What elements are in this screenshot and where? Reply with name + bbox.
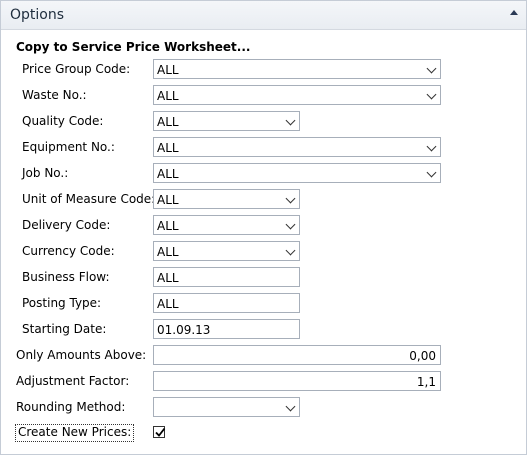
- chevron-down-icon[interactable]: [285, 219, 296, 230]
- currency-code-dropdown[interactable]: ALL: [153, 241, 300, 261]
- delivery-code-label: Delivery Code:: [22, 218, 111, 232]
- currency-code-label: Currency Code:: [22, 244, 115, 258]
- quality-code-value: ALL: [157, 115, 179, 129]
- only-amounts-above-value: 0,00: [409, 349, 436, 363]
- adjustment-factor-label: Adjustment Factor:: [16, 374, 130, 388]
- chevron-down-icon[interactable]: [426, 167, 437, 178]
- quality-code-label: Quality Code:: [22, 114, 104, 128]
- delivery-code-value: ALL: [157, 219, 179, 233]
- business-flow-value: ALL: [157, 271, 179, 285]
- rounding-method-dropdown[interactable]: [153, 397, 300, 417]
- starting-date-value: 01.09.13: [157, 323, 211, 337]
- starting-date-label: Starting Date:: [22, 322, 107, 336]
- price-group-code-label: Price Group Code:: [22, 62, 131, 76]
- starting-date-input[interactable]: 01.09.13: [153, 319, 300, 339]
- job-no-value: ALL: [157, 167, 179, 181]
- options-panel: Options Copy to Service Price Worksheet.…: [0, 0, 527, 455]
- chevron-down-icon[interactable]: [426, 89, 437, 100]
- job-no-dropdown[interactable]: ALL: [153, 163, 441, 183]
- currency-code-value: ALL: [157, 245, 179, 259]
- delivery-code-dropdown[interactable]: ALL: [153, 215, 300, 235]
- chevron-down-icon[interactable]: [285, 115, 296, 126]
- unit-of-measure-code-label: Unit of Measure Code:: [22, 192, 156, 206]
- posting-type-label: Posting Type:: [22, 296, 102, 310]
- quality-code-dropdown[interactable]: ALL: [153, 111, 300, 131]
- job-no-label: Job No.:: [22, 166, 69, 180]
- chevron-down-icon[interactable]: [285, 193, 296, 204]
- section-title: Copy to Service Price Worksheet...: [16, 40, 251, 54]
- adjustment-factor-value: 1,1: [416, 375, 436, 389]
- waste-no-value: ALL: [157, 89, 179, 103]
- chevron-down-icon[interactable]: [426, 141, 437, 152]
- adjustment-factor-input[interactable]: 1,1: [153, 371, 441, 391]
- equipment-no-dropdown[interactable]: ALL: [153, 137, 441, 157]
- options-header[interactable]: Options: [1, 1, 526, 30]
- business-flow-input[interactable]: ALL: [153, 267, 300, 287]
- posting-type-input[interactable]: ALL: [153, 293, 300, 313]
- chevron-down-icon[interactable]: [285, 401, 296, 412]
- waste-no-label: Waste No.:: [22, 88, 87, 102]
- price-group-code-value: ALL: [157, 63, 179, 77]
- create-new-prices-label[interactable]: Create New Prices:: [15, 424, 135, 442]
- chevron-down-icon[interactable]: [426, 63, 437, 74]
- business-flow-label: Business Flow:: [22, 270, 110, 284]
- only-amounts-above-input[interactable]: 0,00: [153, 345, 441, 365]
- only-amounts-above-label: Only Amounts Above:: [16, 348, 147, 362]
- unit-of-measure-code-dropdown[interactable]: ALL: [153, 189, 300, 209]
- create-new-prices-checkbox[interactable]: [153, 426, 166, 438]
- price-group-code-dropdown[interactable]: ALL: [153, 59, 441, 79]
- checkmark-icon: [155, 427, 166, 437]
- options-title: Options: [10, 7, 65, 23]
- posting-type-value: ALL: [157, 297, 179, 311]
- equipment-no-label: Equipment No.:: [22, 140, 115, 154]
- chevron-down-icon[interactable]: [285, 245, 296, 256]
- rounding-method-label: Rounding Method:: [16, 400, 126, 414]
- unit-of-measure-code-value: ALL: [157, 193, 179, 207]
- waste-no-dropdown[interactable]: ALL: [153, 85, 441, 105]
- collapse-icon[interactable]: [510, 10, 518, 15]
- equipment-no-value: ALL: [157, 141, 179, 155]
